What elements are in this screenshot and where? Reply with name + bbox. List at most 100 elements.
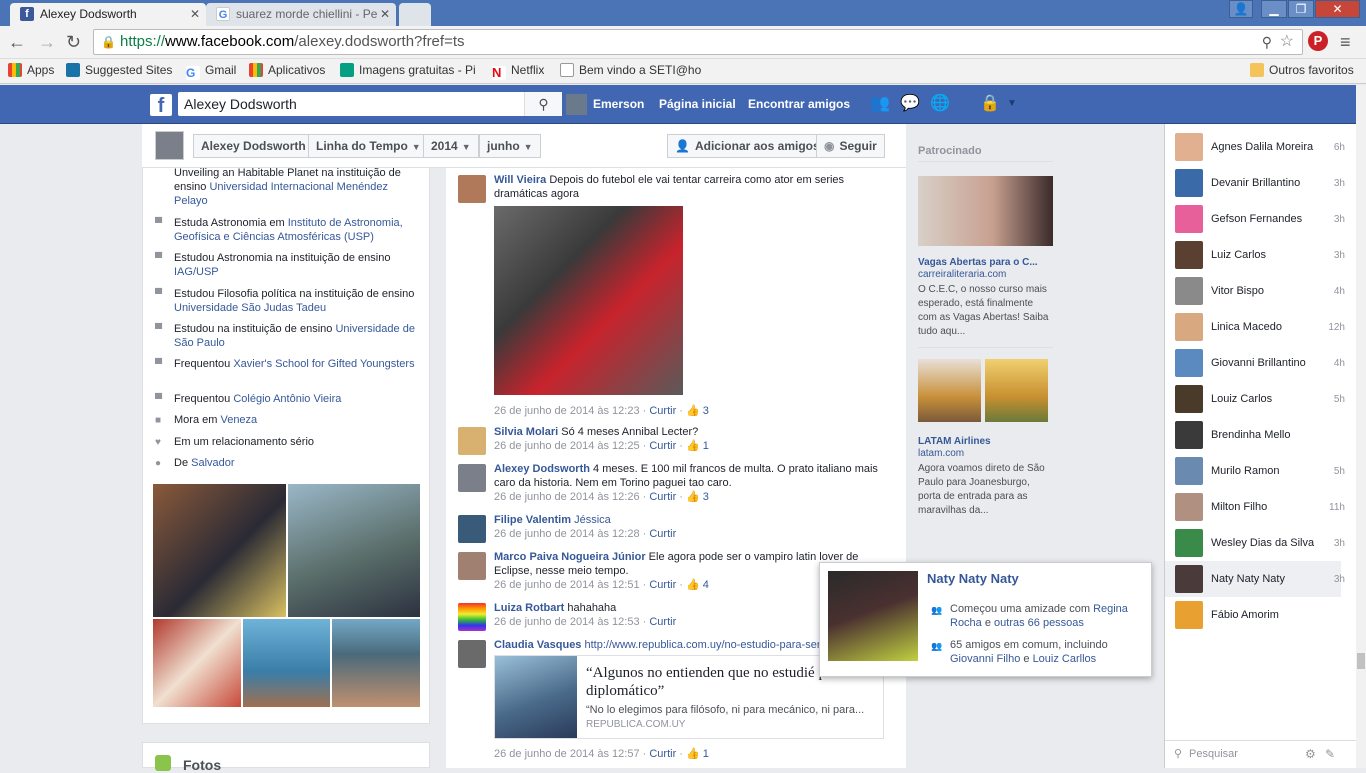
avatar[interactable]: [458, 640, 486, 668]
tab-facebook[interactable]: f Alexey Dodsworth ✕: [10, 3, 206, 26]
avatar[interactable]: [458, 515, 486, 543]
avatar[interactable]: [155, 131, 184, 160]
find-friends-link[interactable]: Encontrar amigos: [748, 97, 850, 111]
avatar[interactable]: [458, 552, 486, 580]
ad-domain[interactable]: latam.com: [918, 448, 964, 459]
close-icon[interactable]: ✕: [190, 3, 200, 25]
bookmark-other[interactable]: Outros favoritos: [1250, 63, 1354, 77]
chat-contact[interactable]: Linica Macedo 12h: [1175, 313, 1345, 341]
about-link[interactable]: Xavier's School for Gifted Youngsters: [233, 358, 414, 370]
chat-search-input[interactable]: Pesquisar: [1189, 748, 1238, 760]
bookmark-suggested-sites[interactable]: Suggested Sites: [66, 63, 172, 77]
scrollbar-thumb[interactable]: [1357, 653, 1365, 669]
forward-arrow-icon[interactable]: →: [38, 32, 56, 52]
chat-contact[interactable]: Brendinha Mello: [1175, 421, 1345, 449]
timeline-dropdown[interactable]: Linha do Tempo ▼: [308, 134, 429, 158]
ad-title[interactable]: Vagas Abertas para o C...: [918, 257, 1038, 268]
add-friend-button[interactable]: 👤 Adicionar aos amigos: [667, 134, 828, 158]
avatar[interactable]: [458, 603, 486, 631]
chat-contact[interactable]: Wesley Dias da Silva 3h: [1175, 529, 1345, 557]
chat-contact[interactable]: Murilo Ramon 5h: [1175, 457, 1345, 485]
like-link[interactable]: Curtir: [649, 528, 676, 540]
like-count[interactable]: 3: [703, 491, 709, 503]
friend-link[interactable]: Louiz Carllos: [1033, 653, 1097, 665]
commenter-name[interactable]: Marco Paiva Nogueira Júnior: [494, 551, 646, 563]
commenter-name[interactable]: Claudia Vasques: [494, 639, 581, 651]
profile-photo[interactable]: [153, 484, 286, 617]
address-bar[interactable]: 🔒 https://www.facebook.com/alexey.dodswo…: [93, 29, 1303, 55]
commenter-name[interactable]: Alexey Dodsworth: [494, 463, 590, 475]
like-link[interactable]: Curtir: [649, 616, 676, 628]
profile-photo[interactable]: [288, 484, 420, 617]
minimize-icon[interactable]: ▁: [1261, 0, 1287, 18]
comment-image[interactable]: [494, 206, 683, 395]
like-link[interactable]: Curtir: [649, 579, 676, 591]
page-scrollbar[interactable]: [1356, 85, 1366, 768]
like-link[interactable]: Curtir: [649, 748, 676, 760]
avatar[interactable]: [458, 427, 486, 455]
chat-contact[interactable]: Naty Naty Naty 3h: [1175, 565, 1345, 593]
facebook-search-input[interactable]: Alexey Dodsworth ⚲: [178, 92, 562, 116]
facebook-logo-icon[interactable]: f: [150, 94, 172, 117]
like-link[interactable]: Curtir: [649, 491, 676, 503]
bookmark-seti[interactable]: Bem vindo a SETI@ho: [560, 63, 701, 77]
ad-image[interactable]: [918, 359, 981, 422]
reload-icon[interactable]: ↻: [66, 32, 81, 52]
notifications-globe-icon[interactable]: 🌐: [930, 95, 950, 113]
search-icon[interactable]: ⚲: [524, 92, 562, 116]
chat-contact[interactable]: Milton Filho 11h: [1175, 493, 1345, 521]
new-tab-button[interactable]: [399, 3, 431, 26]
like-count[interactable]: 3: [703, 405, 709, 417]
month-dropdown[interactable]: junho ▼: [479, 134, 541, 158]
comment-url[interactable]: http://www.republica.com.uy/no-estudio-p…: [585, 639, 825, 651]
photos-heading[interactable]: Fotos: [183, 757, 221, 773]
close-icon[interactable]: ✕: [380, 3, 390, 25]
like-link[interactable]: Curtir: [649, 405, 676, 417]
bookmark-apps[interactable]: Apps: [8, 63, 54, 77]
zoom-icon[interactable]: ⚲: [1262, 30, 1272, 54]
chat-contact[interactable]: Gefson Fernandes 3h: [1175, 205, 1345, 233]
home-link[interactable]: Página inicial: [659, 97, 736, 111]
profile-icon[interactable]: 👤: [1229, 0, 1253, 18]
hovercard-photo[interactable]: [828, 571, 918, 661]
chat-contact[interactable]: Luiz Carlos 3h: [1175, 241, 1345, 269]
chat-contact[interactable]: Agnes Dalila Moreira 6h: [1175, 133, 1345, 161]
like-count[interactable]: 4: [703, 579, 709, 591]
chat-contact[interactable]: Devanir Brillantino 3h: [1175, 169, 1345, 197]
year-dropdown[interactable]: 2014 ▼: [423, 134, 479, 158]
chat-contact[interactable]: Vitor Bispo 4h: [1175, 277, 1345, 305]
ad-image[interactable]: [918, 176, 1053, 246]
maximize-icon[interactable]: ❐: [1288, 0, 1314, 18]
about-link[interactable]: IAG/USP: [174, 266, 219, 278]
ad-image[interactable]: [985, 359, 1048, 422]
profile-photo[interactable]: [243, 619, 330, 707]
window-close-icon[interactable]: ✕: [1315, 0, 1360, 18]
privacy-shortcuts-icon[interactable]: 🔒: [980, 95, 1000, 113]
messages-icon[interactable]: 💬: [900, 95, 920, 113]
chat-contact[interactable]: Giovanni Brillantino 4h: [1175, 349, 1345, 377]
hovercard-name[interactable]: Naty Naty Naty: [927, 571, 1019, 586]
profile-photo[interactable]: [153, 619, 241, 707]
pinterest-icon[interactable]: P: [1308, 31, 1328, 51]
chat-contact[interactable]: Louiz Carlos 5h: [1175, 385, 1345, 413]
commenter-name[interactable]: Luiza Rotbart: [494, 602, 564, 614]
about-link[interactable]: Veneza: [220, 414, 257, 426]
commenter-name[interactable]: Silvia Molari: [494, 426, 558, 438]
about-link[interactable]: Colégio Antônio Vieira: [233, 393, 341, 405]
bookmark-netflix[interactable]: N Netflix: [492, 63, 544, 80]
follow-button[interactable]: ◉ Seguir: [816, 134, 885, 158]
bookmark-imagens[interactable]: Imagens gratuitas - Pi: [340, 63, 476, 77]
profile-name-button[interactable]: Alexey Dodsworth: [193, 134, 314, 158]
ad-domain[interactable]: carreiraliteraria.com: [918, 269, 1006, 280]
profile-link[interactable]: Emerson: [593, 97, 644, 111]
tagged-name[interactable]: Jéssica: [574, 514, 611, 526]
avatar[interactable]: [458, 464, 486, 492]
chat-contact[interactable]: Fábio Amorim: [1175, 601, 1345, 629]
friends-link[interactable]: outras 66 pessoas: [994, 617, 1084, 629]
bookmark-aplicativos[interactable]: Aplicativos: [249, 63, 325, 77]
star-icon[interactable]: ☆: [1280, 30, 1294, 54]
compose-icon[interactable]: ✎: [1325, 747, 1335, 761]
profile-photo[interactable]: [332, 619, 420, 707]
gear-icon[interactable]: ⚙: [1305, 747, 1316, 761]
friend-requests-icon[interactable]: 👥: [870, 95, 890, 113]
